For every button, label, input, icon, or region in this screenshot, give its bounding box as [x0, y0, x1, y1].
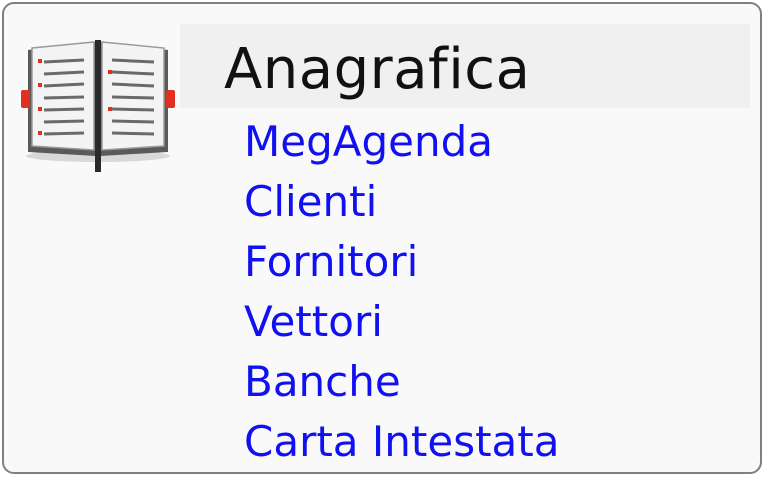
section-title: Anagrafica [224, 37, 531, 102]
menu-item-carta-intestata[interactable]: Carta Intestata [244, 412, 560, 472]
menu-item-megagenda[interactable]: MegAgenda [244, 112, 560, 172]
menu-item-vettori[interactable]: Vettori [244, 292, 560, 352]
anagrafica-menu: MegAgenda Clienti Fornitori Vettori Banc… [244, 112, 560, 472]
menu-item-clienti[interactable]: Clienti [244, 172, 560, 232]
menu-item-fornitori[interactable]: Fornitori [244, 232, 560, 292]
anagrafica-panel: Anagrafica MegAgenda Clienti Fornitori V… [2, 2, 762, 474]
menu-item-banche[interactable]: Banche [244, 352, 560, 412]
open-book-icon [18, 28, 178, 178]
